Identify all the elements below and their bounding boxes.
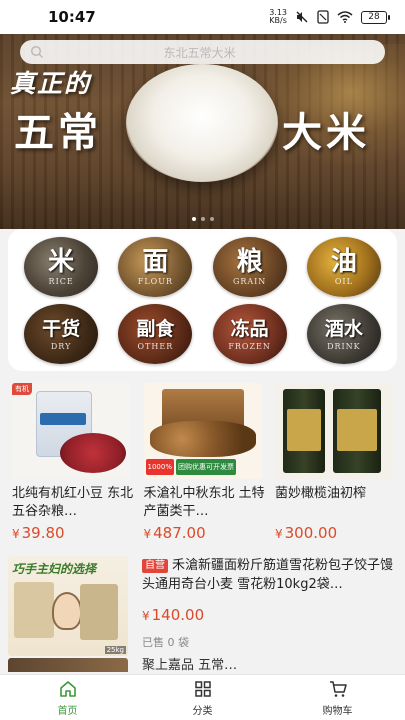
tab-home[interactable]: 首页 [0,675,135,720]
status-bar: 10:47 3.13 KB/s 28 [0,0,405,34]
carousel-dot [191,217,196,221]
product-image: 有机 [12,383,130,479]
category-frozen-image: 冻品 FROZEN [212,303,287,364]
category-non-staple-image: 副食 OTHER [118,303,193,364]
grid-icon [194,680,211,697]
category-grain-image: 粮 GRAIN [212,236,287,297]
product-price: ¥300.00 [275,524,338,542]
category-oil-image: 油 OIL [306,236,381,297]
category-drinks-image: 酒水 DRINK [306,303,381,364]
tab-cart[interactable]: 购物车 [270,675,405,720]
category-en-label: DRINK [327,342,361,351]
promo-badge: 1000% [145,459,174,475]
category-rice-image: 米 RICE [24,236,99,297]
category-grain[interactable]: 粮 GRAIN [203,233,297,300]
network-speed: 3.13 KB/s [269,8,287,25]
carousel-indicator [0,217,405,221]
hero-banner[interactable]: 真正的 五常 大米 东北五常大米 [0,34,405,229]
mascot-graphic [52,592,82,630]
product-image [8,658,128,672]
rice-bowl-image [126,64,278,182]
flour-bag-graphic [80,584,118,640]
oil-can-graphic [283,389,325,473]
product-grid: 有机 北纯有机红小豆 东北五谷杂粮… ¥39.80 1000% 团购优惠可开发票… [8,383,397,543]
product-image [275,383,393,479]
category-en-label: OTHER [137,342,174,351]
product-title: 自营 禾滄新疆面粉斤筋道雪花粉包子饺子馒头通用奇台小麦 雪花粉10kg2袋… [142,558,394,592]
beans-graphic [60,433,126,473]
category-label: 油 [330,247,357,277]
bag-label-graphic [40,413,86,425]
product-title: 北纯有机红小豆 东北五谷杂粮… [12,486,134,519]
category-dry-goods[interactable]: 干货 DRY [14,300,108,367]
category-en-label: FLOUR [137,277,173,286]
search-input[interactable]: 东北五常大米 [20,40,385,64]
product-card[interactable]: 菌妙橄榄油初榨 ¥300.00 [271,383,397,543]
category-rice[interactable]: 米 RICE [14,233,108,300]
category-drinks[interactable]: 酒水 DRINK [297,300,391,367]
status-time: 10:47 [48,8,96,26]
category-en-label: FROZEN [228,342,271,351]
category-label: 粮 [236,247,263,277]
bottom-tab-bar: 首页 分类 购物车 [0,674,405,720]
home-icon [59,680,76,697]
product-price: ¥39.80 [12,524,65,542]
category-label: 副食 [136,318,175,340]
category-en-label: RICE [48,277,74,286]
self-operated-badge: 自营 [142,559,168,573]
category-grid: 米 RICE 面 FLOUR 粮 GRAIN 油 OIL 干货 DRY 副食 O… [8,229,397,371]
wifi-icon [337,11,353,23]
category-label: 冻品 [230,318,269,340]
category-en-label: GRAIN [232,277,267,286]
promo-badge: 团购优惠可开发票 [175,459,236,475]
mute-icon [296,11,308,23]
battery-icon: 28 [361,10,390,24]
product-info: 自营 禾滄新疆面粉斤筋道雪花粉包子饺子馒头通用奇台小麦 雪花粉10kg2袋… ¥1… [128,556,397,656]
product-price: ¥487.00 [143,524,206,542]
product-image-tag: 有机 [12,383,32,395]
category-flour[interactable]: 面 FLOUR [108,233,202,300]
category-dry-goods-image: 干货 DRY [24,303,99,364]
category-label: 米 [48,247,75,277]
sold-count: 已售 0 袋 [142,636,189,649]
banner-title-line3: 大米 [282,110,370,156]
carousel-dot [200,217,205,221]
search-placeholder: 东北五常大米 [163,45,236,60]
weight-badge: 25kg [104,646,126,654]
category-oil[interactable]: 油 OIL [297,233,391,300]
product-price: ¥140.00 [142,606,205,624]
category-en-label: OIL [334,277,353,286]
banner-title-line1: 真正的 [10,69,92,98]
product-card[interactable]: 有机 北纯有机红小豆 东北五谷杂粮… ¥39.80 [8,383,134,543]
category-non-staple[interactable]: 副食 OTHER [108,300,202,367]
banner-title-line2: 五常 [14,110,102,156]
sim-icon [317,10,329,24]
product-image: 1000% 团购优惠可开发票 [143,383,262,479]
category-en-label: DRY [50,342,72,351]
product-image-caption: 巧手主妇的选择 [12,562,97,576]
product-card[interactable]: 1000% 团购优惠可开发票 禾滄礼中秋东北 土特产菌类干… ¥487.00 [140,383,266,543]
status-icons: 3.13 KB/s 28 [269,8,390,25]
carousel-dot [209,217,214,221]
category-label: 干货 [42,318,81,340]
promo-strip: 1000% 团购优惠可开发票 [144,459,262,475]
tab-label: 分类 [192,705,213,717]
search-icon [30,45,44,59]
tab-label: 首页 [57,705,78,717]
oil-can-graphic [333,389,381,473]
mushroom-graphic [149,421,256,457]
category-label: 酒水 [324,318,363,340]
product-list-item[interactable]: 巧手主妇的选择 25kg 自营 禾滄新疆面粉斤筋道雪花粉包子饺子馒头通用奇台小麦 … [8,556,397,656]
flour-bag-graphic [14,582,54,638]
tab-category[interactable]: 分类 [135,675,270,720]
category-frozen[interactable]: 冻品 FROZEN [203,300,297,367]
cart-icon [329,680,347,697]
product-image: 巧手主妇的选择 25kg [8,556,128,656]
product-title: 菌妙橄榄油初榨 [275,486,367,501]
tab-label: 购物车 [322,705,353,717]
product-title: 禾滄礼中秋东北 土特产菌类干… [143,486,265,519]
category-label: 面 [142,247,169,277]
category-flour-image: 面 FLOUR [118,236,193,297]
